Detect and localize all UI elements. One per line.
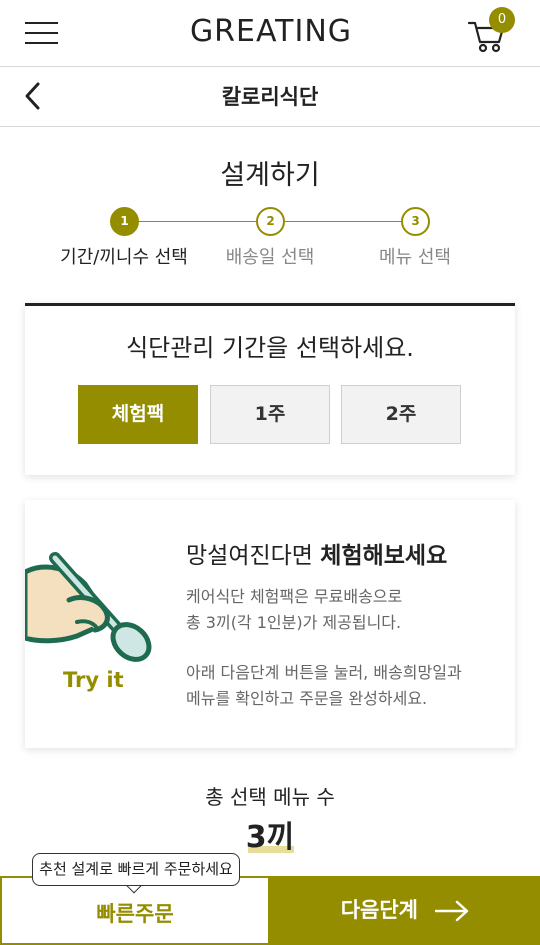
step-3-label: 메뉴 선택 (379, 247, 451, 268)
page-title: 칼로리식단 (221, 85, 319, 109)
arrow-right-icon (435, 900, 469, 922)
step-1-label: 기간/끼니수 선택 (60, 247, 188, 268)
trial-description: 케어식단 체험팩은 무료배송으로 총 3끼(각 1인분)가 제공됩니다. 아래 … (186, 587, 462, 708)
trial-info-card: Try it 망설여진다면 체험해보세요 케어식단 체험팩은 무료배송으로 총 … (25, 500, 515, 748)
next-step-label: 다음단계 (340, 898, 418, 922)
next-step-button[interactable]: 다음단계 (270, 876, 540, 945)
bottom-action-bar: 빠른주문 다음단계 (0, 876, 540, 945)
greating-logo[interactable]: GREATING (186, 12, 356, 52)
trial-headline: 망설여진다면 체험해보세요 (186, 543, 448, 569)
top-bar: GREATING 0 (0, 0, 540, 67)
period-selection-card: 식단관리 기간을 선택하세요. 체험팩 1주 2주 (25, 303, 515, 475)
cart-count-badge: 0 (489, 7, 515, 33)
try-it-label: Try it (63, 668, 124, 692)
quick-order-tooltip: 추천 설계로 빠르게 주문하세요 (32, 853, 240, 886)
design-title: 설계하기 (220, 160, 320, 191)
option-1-week[interactable]: 1주 (210, 385, 330, 444)
sub-header: 칼로리식단 (0, 67, 540, 127)
step-2-indicator: 2 (256, 207, 285, 236)
total-menu-count-value: 3끼 (245, 820, 295, 855)
back-chevron-icon[interactable] (22, 81, 46, 111)
step-1-indicator: 1 (110, 207, 139, 236)
hamburger-menu-icon[interactable] (25, 22, 58, 44)
option-2-weeks[interactable]: 2주 (341, 385, 461, 444)
period-selection-title: 식단관리 기간을 선택하세요. (126, 334, 414, 362)
step-3-indicator: 3 (401, 207, 430, 236)
hand-spoon-illustration-icon (25, 552, 152, 662)
option-trial-pack[interactable]: 체험팩 (78, 385, 198, 444)
total-menu-count-label: 총 선택 메뉴 수 (205, 785, 335, 809)
